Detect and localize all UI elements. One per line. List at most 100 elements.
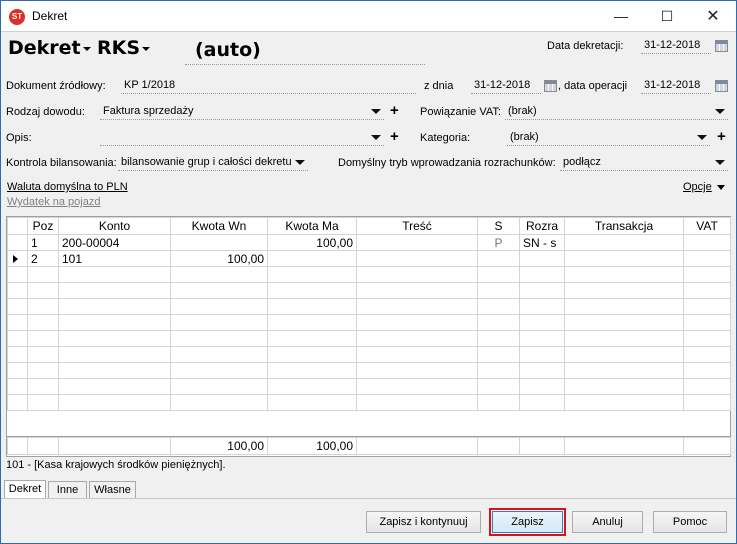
account-status-text: 101 - [Kasa krajowych środków pieniężnyc… (6, 459, 226, 471)
from-date-field[interactable]: 31-12-2018 (471, 77, 541, 94)
settlement-mode-select[interactable]: podłącz (560, 154, 728, 171)
poz-cell[interactable]: 2 (27, 250, 59, 267)
description-field[interactable] (100, 129, 384, 146)
cancel-button[interactable]: Anuluj (572, 511, 643, 533)
column-header[interactable]: Treść (356, 217, 478, 235)
add-description-icon[interactable]: + (390, 129, 399, 144)
entries-grid[interactable]: Poz Konto Kwota Wn Kwota Ma Treść S Rozr… (6, 216, 731, 457)
doc-type-selector[interactable]: Dekret (8, 37, 91, 59)
source-doc-field[interactable]: KP 1/2018 (121, 77, 416, 94)
vat-link-select[interactable]: (brak) (505, 103, 728, 120)
debit-cell[interactable]: 100,00 (170, 250, 268, 267)
register-selector[interactable]: RKS (97, 37, 151, 59)
vehicle-expense-link[interactable]: Wydatek na pojazd (7, 196, 100, 208)
operation-date-label: , data operacji (558, 80, 628, 92)
chevron-down-icon[interactable] (715, 160, 725, 165)
empty-row[interactable] (7, 394, 731, 411)
content-cell[interactable] (356, 250, 478, 267)
column-header[interactable]: Rozra (519, 217, 565, 235)
total-credit: 100,00 (267, 437, 357, 455)
maximize-button[interactable]: ☐ (644, 1, 690, 32)
proof-type-label: Rodzaj dowodu: (6, 106, 85, 118)
close-button[interactable]: ✕ (690, 1, 736, 32)
calendar-icon[interactable] (715, 80, 728, 92)
poz-cell[interactable]: 1 (27, 234, 59, 251)
chevron-down-icon (716, 184, 725, 190)
side-cell[interactable]: P (477, 234, 520, 251)
chevron-down-icon[interactable] (371, 135, 381, 140)
chevron-down-icon[interactable] (715, 109, 725, 114)
date-label: Data dekretacji: (547, 40, 624, 52)
app-logo-icon: ST (9, 9, 25, 25)
options-menu[interactable]: Opcje (683, 181, 725, 193)
window-title: Dekret (32, 9, 68, 23)
empty-row[interactable] (7, 378, 731, 395)
help-button[interactable]: Pomoc (653, 511, 727, 533)
currency-link[interactable]: Waluta domyślna to PLN (7, 181, 128, 193)
row-indicator[interactable] (7, 250, 28, 267)
empty-row[interactable] (7, 346, 731, 363)
date-field[interactable]: 31-12-2018 (641, 37, 711, 54)
empty-row[interactable] (7, 330, 731, 347)
empty-row[interactable] (7, 282, 731, 299)
tab-dekret[interactable]: Dekret (4, 480, 46, 499)
debit-cell[interactable] (170, 234, 268, 251)
doc-type-label: Dekret (8, 37, 81, 59)
vat-cell[interactable] (683, 234, 731, 251)
balance-control-select[interactable]: bilansowanie grup i całości dekretu (118, 154, 308, 171)
side-cell[interactable] (477, 250, 520, 267)
category-label: Kategoria: (420, 132, 471, 144)
add-proof-type-icon[interactable]: + (390, 103, 399, 118)
options-label: Opcje (683, 181, 712, 193)
account-cell[interactable]: 101 (58, 250, 171, 267)
category-select[interactable]: (brak) (507, 129, 710, 146)
title-bar: ST Dekret — ☐ ✕ (1, 1, 736, 32)
column-header[interactable]: Konto (58, 217, 171, 235)
register-label: RKS (97, 37, 141, 59)
empty-row[interactable] (7, 362, 731, 379)
column-header[interactable]: S (477, 217, 520, 235)
calendar-icon[interactable] (544, 80, 557, 92)
transaction-cell[interactable] (564, 234, 684, 251)
account-cell[interactable]: 200-00004 (58, 234, 171, 251)
chevron-down-icon[interactable] (697, 135, 707, 140)
empty-row[interactable] (7, 314, 731, 331)
credit-cell[interactable] (267, 250, 357, 267)
empty-row[interactable] (7, 266, 731, 283)
calendar-icon[interactable] (715, 40, 728, 52)
operation-date-field[interactable]: 31-12-2018 (641, 77, 711, 94)
save-button[interactable]: Zapisz (489, 508, 566, 536)
column-header[interactable]: VAT (683, 217, 731, 235)
current-row-icon (13, 255, 18, 263)
vat-link-label: Powiązanie VAT: (420, 106, 501, 118)
column-header[interactable]: Kwota Ma (267, 217, 357, 235)
chevron-down-icon[interactable] (371, 109, 381, 114)
divider (1, 498, 736, 499)
table-row[interactable]: 2 101 100,00 (7, 250, 731, 267)
document-number: (auto) (195, 39, 261, 61)
save-and-continue-button[interactable]: Zapisz i kontynuuj (366, 511, 481, 533)
chevron-down-icon[interactable] (295, 160, 305, 165)
settlement-cell[interactable]: SN - s (519, 234, 565, 251)
vat-cell[interactable] (683, 250, 731, 267)
proof-type-select[interactable]: Faktura sprzedaży (100, 103, 384, 120)
balance-control-label: Kontrola bilansowania: (6, 157, 117, 169)
column-header[interactable]: Transakcja (564, 217, 684, 235)
content-cell[interactable] (356, 234, 478, 251)
empty-row[interactable] (7, 298, 731, 315)
description-label: Opis: (6, 132, 32, 144)
tab-wlasne[interactable]: Własne (89, 481, 136, 499)
table-row[interactable]: 1 200-00004 100,00 P SN - s (7, 234, 731, 251)
transaction-cell[interactable] (564, 250, 684, 267)
column-header[interactable]: Poz (27, 217, 59, 235)
settlement-cell[interactable] (519, 250, 565, 267)
add-category-icon[interactable]: + (717, 129, 726, 144)
column-header[interactable]: Kwota Wn (170, 217, 268, 235)
total-debit: 100,00 (170, 437, 268, 455)
form-content: Dekret RKS (auto) Data dekretacji: 31-12… (1, 33, 736, 543)
minimize-button[interactable]: — (598, 1, 644, 32)
tab-inne[interactable]: Inne (48, 481, 87, 499)
row-indicator[interactable] (7, 234, 28, 251)
dekret-window: ST Dekret — ☐ ✕ Dekret RKS (auto) Data d… (0, 0, 737, 544)
credit-cell[interactable]: 100,00 (267, 234, 357, 251)
